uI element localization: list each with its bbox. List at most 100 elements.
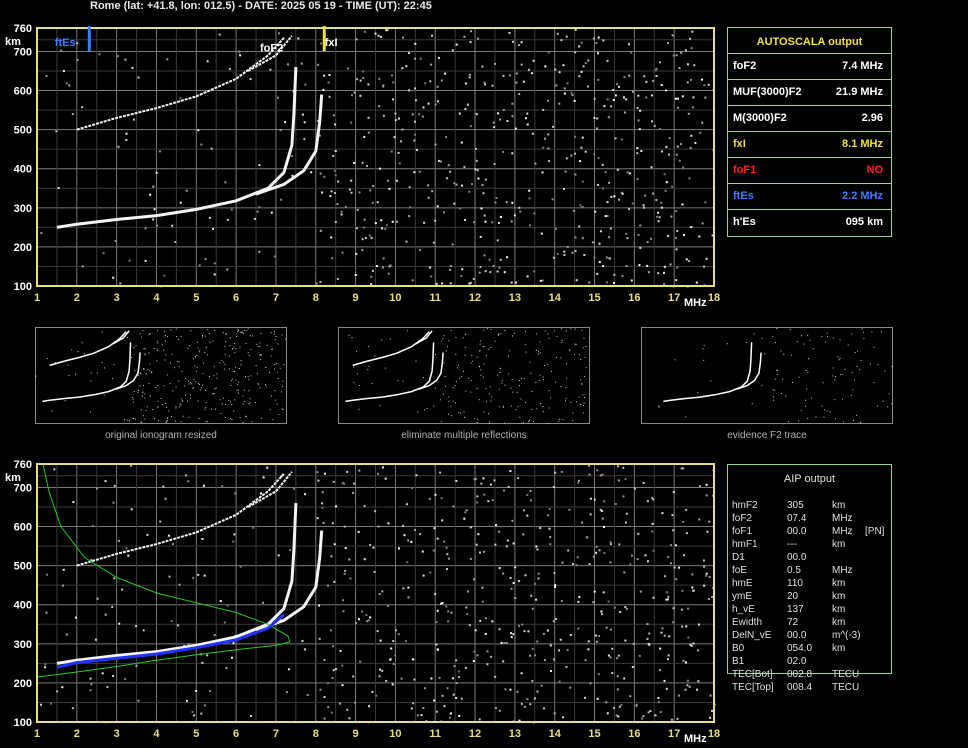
noise-point xyxy=(486,663,489,666)
noise-point xyxy=(333,543,336,546)
noise-point xyxy=(575,279,578,282)
thumbnail-noise xyxy=(260,417,262,419)
thumbnail-noise xyxy=(455,336,457,338)
thumbnail-noise xyxy=(133,390,135,392)
thumbnail-noise xyxy=(834,379,836,381)
x-tick-label: 14 xyxy=(549,292,562,304)
noise-point xyxy=(588,464,590,467)
noise-point xyxy=(445,136,448,139)
noise-point xyxy=(521,623,524,626)
noise-point xyxy=(670,215,673,218)
thumbnail-noise xyxy=(274,390,276,392)
thumbnail-noise xyxy=(193,378,195,380)
noise-point xyxy=(206,654,209,657)
thumbnail-noise xyxy=(576,401,577,403)
thumbnail-noise xyxy=(195,370,197,372)
y-axis-label: km xyxy=(5,36,21,48)
noise-point xyxy=(597,673,600,676)
thumbnail-noise xyxy=(473,418,475,420)
noise-point xyxy=(526,112,529,115)
noise-point xyxy=(631,554,633,557)
noise-point xyxy=(384,477,387,480)
noise-point xyxy=(506,120,509,122)
noise-point xyxy=(111,605,114,608)
thumbnail-noise xyxy=(827,336,828,338)
noise-point xyxy=(490,483,492,486)
noise-point xyxy=(603,500,606,503)
noise-point xyxy=(315,282,318,285)
thumbnail-noise xyxy=(165,420,167,422)
noise-point xyxy=(620,138,623,141)
noise-point xyxy=(449,282,452,285)
thumbnail-noise xyxy=(215,387,217,389)
autoscala-panel: AUTOSCALA output foF2 7.4 MHz MUF(3000)F2 2… xyxy=(727,27,892,237)
thumbnail-noise xyxy=(257,346,259,348)
noise-point xyxy=(528,189,531,192)
noise-point xyxy=(155,224,158,227)
noise-point xyxy=(432,241,435,244)
thumbnail-noise xyxy=(259,354,261,355)
noise-point xyxy=(628,208,631,211)
noise-point xyxy=(649,710,652,713)
thumbnail-noise xyxy=(209,341,211,343)
noise-point xyxy=(116,55,119,58)
x-tick-label: 12 xyxy=(469,292,481,304)
noise-point xyxy=(124,58,127,61)
noise-point xyxy=(671,185,674,188)
noise-point xyxy=(414,87,417,90)
noise-point xyxy=(280,198,283,201)
noise-point xyxy=(438,57,440,59)
noise-point xyxy=(436,537,439,540)
autoscala-row: fxI 8.1 MHz xyxy=(728,131,891,157)
thumbnail-noise xyxy=(244,329,246,331)
noise-point xyxy=(600,610,603,613)
marker-label: ftEs xyxy=(55,37,76,49)
noise-point xyxy=(391,220,394,223)
noise-point xyxy=(675,248,678,251)
thumbnail-noise xyxy=(225,404,227,405)
noise-point xyxy=(515,281,517,284)
thumbnail-noise xyxy=(199,349,201,351)
thumbnail-noise xyxy=(216,373,218,375)
noise-point xyxy=(340,213,343,216)
thumbnail-noise xyxy=(205,347,207,348)
noise-point xyxy=(203,574,206,577)
noise-point xyxy=(533,270,536,273)
noise-point xyxy=(441,694,444,697)
noise-point xyxy=(596,697,599,700)
thumbnail-noise xyxy=(144,348,146,350)
noise-point xyxy=(643,75,646,78)
noise-point xyxy=(443,211,445,214)
noise-point xyxy=(580,41,583,44)
noise-point xyxy=(526,514,529,517)
thumbnail-noise xyxy=(873,346,875,348)
aip-label: B1 xyxy=(732,656,745,667)
noise-point xyxy=(428,497,431,500)
noise-point xyxy=(377,525,380,528)
y-tick-label: 700 xyxy=(14,46,32,58)
thumbnail-noise xyxy=(237,331,239,332)
thumbnail-noise xyxy=(434,387,436,389)
noise-point xyxy=(481,65,484,68)
noise-point xyxy=(171,224,174,227)
noise-point xyxy=(701,78,703,81)
noise-point xyxy=(595,551,598,554)
aip-label: foF2 xyxy=(732,513,753,524)
thumbnail-noise xyxy=(508,355,509,357)
thumbnail-noise xyxy=(113,364,115,366)
noise-point xyxy=(354,701,356,704)
noise-point xyxy=(609,561,612,564)
thumbnail-noise xyxy=(863,338,865,340)
thumbnail-noise xyxy=(356,373,358,375)
y-tick-label: 760 xyxy=(14,23,32,35)
noise-point xyxy=(455,479,458,482)
noise-point xyxy=(597,157,600,160)
noise-point xyxy=(706,530,709,533)
thumbnail-noise xyxy=(869,363,871,365)
thumbnail-noise xyxy=(445,350,447,352)
thumbnail-ionogram xyxy=(338,327,590,424)
thumbnail-noise xyxy=(77,351,79,353)
thumbnail-noise xyxy=(90,372,92,374)
thumbnail-noise xyxy=(224,368,226,370)
noise-point xyxy=(96,597,99,600)
